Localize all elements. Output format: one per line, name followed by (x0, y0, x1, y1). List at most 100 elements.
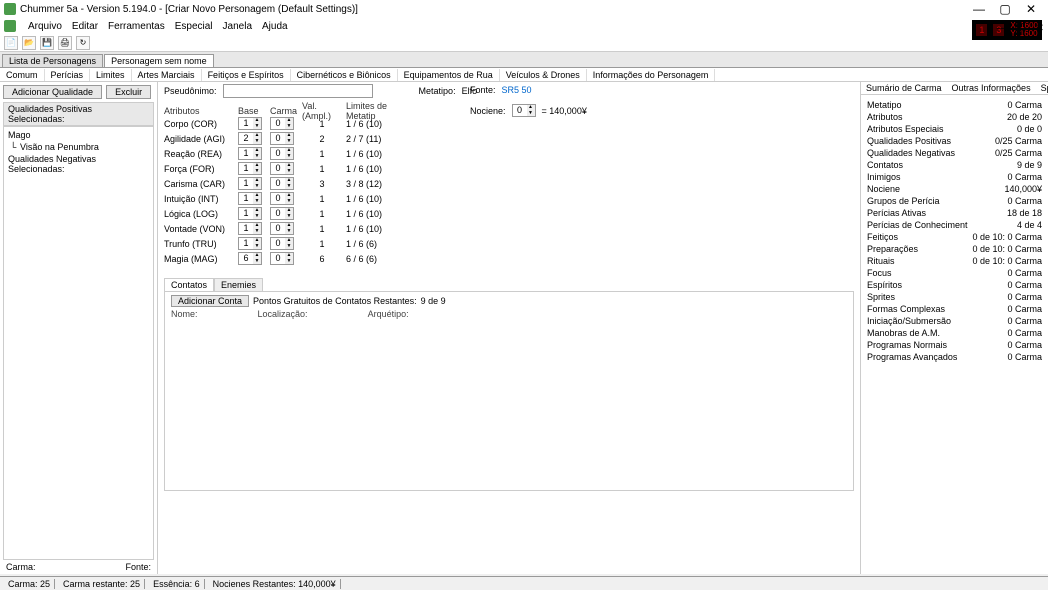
attr-spinner[interactable]: 0▲▼ (270, 222, 294, 235)
attr-spinner[interactable]: 1▲▼ (238, 147, 262, 160)
summary-key: Iniciação/Submersão (867, 316, 972, 326)
attr-spinner[interactable]: 0▲▼ (270, 207, 294, 220)
spin-down-icon[interactable]: ▼ (253, 199, 261, 205)
fonte-value[interactable]: SR5 50 (502, 85, 532, 95)
spin-down-icon[interactable]: ▼ (253, 154, 261, 160)
attr-spinner[interactable]: 1▲▼ (238, 192, 262, 205)
attr-spinner[interactable]: 1▲▼ (238, 222, 262, 235)
summary-row: Feitiços0 de 10: 0 Carma (867, 231, 1042, 243)
attr-spinner[interactable]: 0▲▼ (270, 252, 294, 265)
attr-val: 6 (302, 254, 342, 264)
attr-spinner[interactable]: 6▲▼ (238, 252, 262, 265)
attr-spinner[interactable]: 1▲▼ (238, 207, 262, 220)
add-contact-button[interactable]: Adicionar Conta (171, 295, 249, 307)
spin-down-icon[interactable]: ▼ (285, 214, 293, 220)
spin-down-icon[interactable]: ▼ (285, 199, 293, 205)
attr-val: 1 (302, 119, 342, 129)
add-quality-button[interactable]: Adicionar Qualidade (3, 85, 102, 99)
list-item[interactable]: Visão na Penumbra (8, 141, 149, 153)
subtab-pericias[interactable]: Perícias (45, 69, 91, 81)
summary-key: Programas Normais (867, 340, 972, 350)
attr-spinner[interactable]: 0▲▼ (270, 162, 294, 175)
attr-limit: 1 / 6 (10) (346, 149, 406, 159)
spin-down-icon[interactable]: ▼ (253, 214, 261, 220)
menu-ferramentas[interactable]: Ferramentas (108, 21, 165, 32)
maximize-button[interactable]: ▢ (992, 2, 1018, 16)
pseudonym-input[interactable] (223, 84, 373, 98)
subtab-info[interactable]: Informações do Personagem (587, 69, 716, 81)
carma-label: Carma: (6, 562, 36, 572)
spin-down-icon[interactable]: ▼ (285, 244, 293, 250)
summary-row: Perícias Ativas18 de 18 (867, 207, 1042, 219)
spin-down-icon[interactable]: ▼ (285, 229, 293, 235)
tab-lista-personagens[interactable]: Lista de Personagens (2, 54, 103, 67)
menu-ajuda[interactable]: Ajuda (262, 21, 288, 32)
attr-spinner[interactable]: 1▲▼ (238, 117, 262, 130)
save-icon[interactable]: 💾 (40, 36, 54, 50)
subtab-feiticos[interactable]: Feitiços e Espíritos (202, 69, 291, 81)
child-restore-button[interactable]: ❐ (1017, 23, 1026, 34)
subtab-comum[interactable]: Comum (0, 69, 45, 81)
subtab-equip[interactable]: Equipamentos de Rua (398, 69, 500, 81)
attr-spinner[interactable]: 0▲▼ (270, 117, 294, 130)
menu-especial[interactable]: Especial (175, 21, 213, 32)
attr-spinner[interactable]: 1▲▼ (238, 177, 262, 190)
tab-personagem-sem-nome[interactable]: Personagem sem nome (104, 54, 214, 67)
spin-down-icon[interactable]: ▼ (253, 124, 261, 130)
col-arquetipo: Arquétipo: (368, 309, 409, 319)
menu-janela[interactable]: Janela (223, 21, 252, 32)
child-close-button[interactable]: ✕ (1036, 23, 1044, 34)
fonte-label: Fonte: (125, 562, 151, 572)
tab-contatos[interactable]: Contatos (164, 278, 214, 291)
new-icon[interactable]: 📄 (4, 36, 18, 50)
menu-arquivo[interactable]: Arquivo (28, 21, 62, 32)
attr-spinner[interactable]: 2▲▼ (238, 132, 262, 145)
attr-spinner[interactable]: 0▲▼ (270, 192, 294, 205)
minimize-button[interactable]: — (966, 2, 992, 16)
list-item[interactable]: Mago (8, 129, 149, 141)
menu-editar[interactable]: Editar (72, 21, 98, 32)
attr-spinner[interactable]: 1▲▼ (238, 237, 262, 250)
spin-down-icon[interactable]: ▼ (253, 244, 261, 250)
subtab-veiculos[interactable]: Veículos & Drones (500, 69, 587, 81)
delete-quality-button[interactable]: Excluir (106, 85, 151, 99)
subtab-ciber[interactable]: Cibernéticos e Biônicos (291, 69, 398, 81)
summary-val: 0 Carma (1007, 304, 1042, 314)
summary-val: 0 Carma (1007, 292, 1042, 302)
attr-spinner[interactable]: 0▲▼ (270, 147, 294, 160)
close-button[interactable]: ✕ (1018, 2, 1044, 16)
summary-key: Perícias de Conheciment (867, 220, 972, 230)
summary-key: Preparações (867, 244, 972, 254)
rtab-spell[interactable]: Spell Defence (1036, 82, 1048, 94)
subtab-artes[interactable]: Artes Marciais (132, 69, 202, 81)
spin-down-icon[interactable]: ▼ (253, 169, 261, 175)
rtab-sumario[interactable]: Sumário de Carma (861, 82, 947, 94)
attr-spinner[interactable]: 0▲▼ (270, 237, 294, 250)
spin-down-icon[interactable]: ▼ (253, 229, 261, 235)
attr-spinner[interactable]: 0▲▼ (270, 177, 294, 190)
spin-down-icon[interactable]: ▼ (285, 139, 293, 145)
spin-down-icon[interactable]: ▼ (285, 259, 293, 265)
nociene-spinner[interactable]: 0▲▼ (512, 104, 536, 117)
attr-spinner[interactable]: 1▲▼ (238, 162, 262, 175)
spin-down-icon[interactable]: ▼ (285, 184, 293, 190)
summary-key: Rituais (867, 256, 972, 266)
spin-down-icon[interactable]: ▼ (253, 184, 261, 190)
rtab-outras[interactable]: Outras Informações (947, 82, 1036, 94)
attr-spinner[interactable]: 0▲▼ (270, 132, 294, 145)
attr-val: 3 (302, 179, 342, 189)
print-icon[interactable]: 🖨 (58, 36, 72, 50)
spin-down-icon[interactable]: ▼ (253, 259, 261, 265)
spin-down-icon[interactable]: ▼ (285, 169, 293, 175)
tab-enemies[interactable]: Enemies (214, 278, 263, 291)
child-min-button[interactable]: — (997, 23, 1007, 34)
open-icon[interactable]: 📂 (22, 36, 36, 50)
attr-limit: 1 / 6 (10) (346, 209, 406, 219)
spin-down-icon[interactable]: ▼ (285, 154, 293, 160)
spin-down-icon[interactable]: ▼ (285, 124, 293, 130)
spin-down-icon[interactable]: ▼ (253, 139, 261, 145)
qualities-list[interactable]: Mago Visão na Penumbra Qualidades Negati… (3, 126, 154, 560)
summary-val: 0 Carma (1007, 340, 1042, 350)
subtab-limites[interactable]: Limites (90, 69, 132, 81)
refresh-icon[interactable]: ↻ (76, 36, 90, 50)
